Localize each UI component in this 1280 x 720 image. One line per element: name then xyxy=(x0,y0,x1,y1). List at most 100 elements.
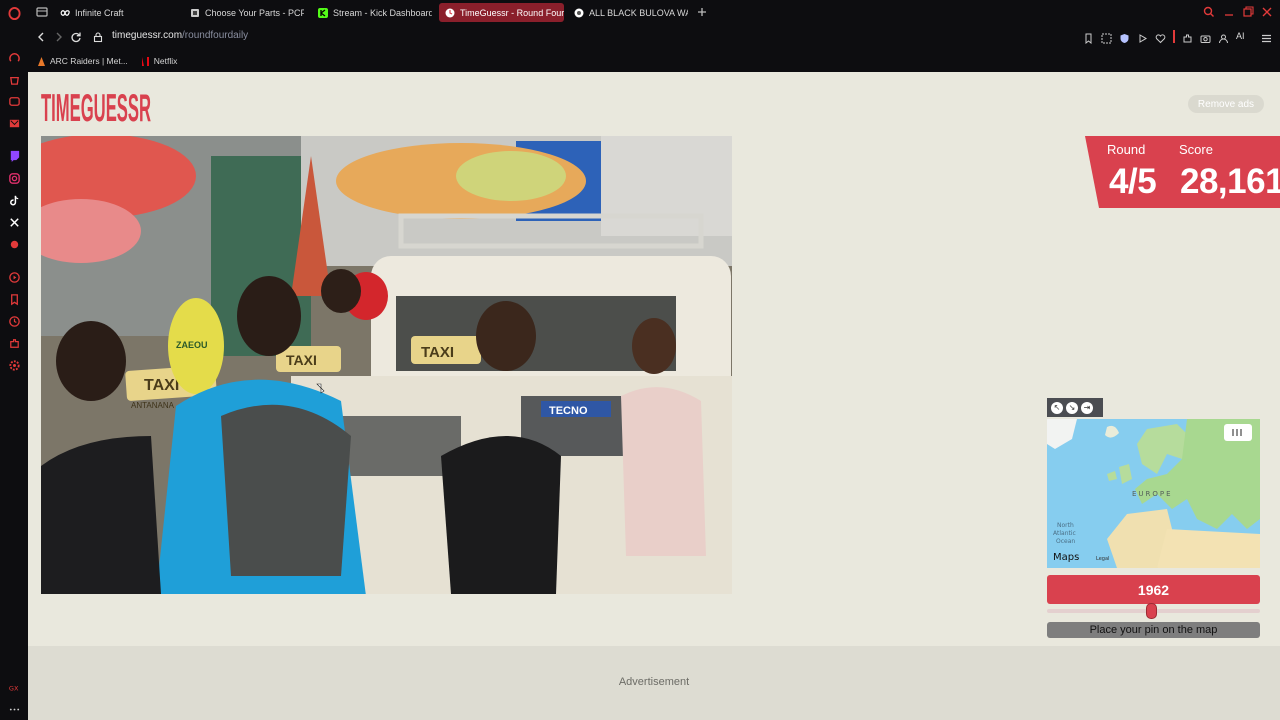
account-icon[interactable] xyxy=(1218,31,1229,44)
netflix-icon xyxy=(141,56,149,66)
bookmark-label: ARC Raiders | Met... xyxy=(50,56,128,66)
sign-taxi-left: TAXI xyxy=(144,377,179,394)
bookmark-page-icon[interactable] xyxy=(1083,31,1094,45)
tab-kick-dashboard[interactable]: Stream - Kick Dashboard xyxy=(312,3,432,22)
snapshot-icon[interactable] xyxy=(1101,31,1112,44)
back-arrow-icon[interactable] xyxy=(35,31,47,43)
guess-map[interactable]: EUROPE North Atlantic Ocean Maps Legal xyxy=(1047,419,1260,568)
map-pin-lock-icon[interactable]: ⇥ xyxy=(1081,401,1093,414)
close-window-icon[interactable] xyxy=(1261,6,1273,18)
gmail-icon[interactable] xyxy=(7,116,21,130)
remove-ads-button[interactable]: Remove ads xyxy=(1188,95,1264,113)
tab-infinite-craft[interactable]: Infinite Craft xyxy=(54,3,178,22)
aria-icon[interactable] xyxy=(7,50,21,64)
round-photo[interactable]: TAXI ANTANANA TAXI TAXI TECNO ZAEOU xyxy=(41,136,732,594)
heart-icon[interactable] xyxy=(1155,31,1166,44)
url-field[interactable]: timeguessr.com/roundfourdaily xyxy=(112,30,248,41)
reload-icon[interactable] xyxy=(70,31,82,43)
twitch-icon[interactable] xyxy=(7,148,21,162)
shirt-text: ZAEOU xyxy=(176,340,208,350)
restore-icon[interactable] xyxy=(1242,6,1254,18)
gx-corner-icon[interactable]: GX xyxy=(7,680,21,694)
svg-text:GX: GX xyxy=(8,684,18,692)
instagram-icon[interactable] xyxy=(7,171,21,185)
more-dots-icon[interactable] xyxy=(7,702,21,716)
map-ocean-label-2: Atlantic xyxy=(1053,530,1076,537)
tab-overview-icon[interactable] xyxy=(36,6,48,18)
tab-timeguessr[interactable]: TimeGuessr - Round Four xyxy=(439,3,564,22)
street-scene-image: TAXI ANTANANA TAXI TAXI TECNO ZAEOU xyxy=(41,136,732,594)
year-slider-thumb[interactable] xyxy=(1145,603,1157,619)
pcpartpicker-icon xyxy=(191,8,199,17)
timeguessr-logo[interactable]: TIMEGUESSR xyxy=(41,82,153,124)
tab-label: Choose Your Parts - PCPa xyxy=(205,7,304,18)
player-play-icon[interactable] xyxy=(1137,31,1148,43)
screenshot-camera-icon[interactable] xyxy=(1200,31,1211,43)
tab-bulova-watch[interactable]: ALL BLACK BULOVA WATC xyxy=(568,3,688,22)
advertisement-label: Advertisement xyxy=(618,676,690,688)
minimize-icon[interactable] xyxy=(1223,6,1235,18)
map-region-label: EUROPE xyxy=(1132,490,1173,498)
lock-icon[interactable] xyxy=(92,31,104,43)
extension-puzzle-icon[interactable] xyxy=(1182,31,1193,43)
maps-attribution: Maps xyxy=(1053,552,1079,563)
sign-taxi-mid: TAXI xyxy=(286,352,317,368)
tiktok-icon[interactable] xyxy=(7,193,21,207)
kick-icon xyxy=(318,7,328,18)
forward-arrow-icon[interactable] xyxy=(53,31,65,43)
browser-sidebar: GX xyxy=(0,0,28,720)
tab-choose-parts[interactable]: Choose Your Parts - PCPa xyxy=(184,3,304,22)
infinity-icon xyxy=(60,9,70,16)
music-icon[interactable] xyxy=(7,237,21,251)
timeguessr-page: TIMEGUESSR Remove ads TAXI ANTANANA TAXI… xyxy=(28,72,1280,720)
map-expand-icon[interactable]: ↖ xyxy=(1051,401,1063,414)
toolbar-icons: AI xyxy=(1083,30,1272,45)
chrome-icon xyxy=(574,8,584,17)
guess-map-widget: ↖ ↘ ⇥ EUROPE North Atlantic Ocean Maps L… xyxy=(1047,398,1260,568)
url-path: /roundfourdaily xyxy=(182,30,249,41)
score-value: 28,161 xyxy=(1180,162,1280,201)
search-tabs-icon[interactable] xyxy=(1203,6,1215,18)
map-shrink-icon[interactable]: ↘ xyxy=(1066,401,1078,414)
advertisement-area: Advertisement xyxy=(28,646,1280,720)
opera-logo-icon[interactable] xyxy=(7,6,21,20)
place-pin-button[interactable]: Place your pin on the map xyxy=(1047,622,1260,638)
easy-setup-menu-icon[interactable] xyxy=(1261,31,1272,43)
pinboard-icon[interactable] xyxy=(7,292,21,306)
round-score-card: Round 4/5 Score 28,161 xyxy=(1085,136,1280,208)
vpn-shield-icon[interactable] xyxy=(1119,31,1130,43)
bookmarks-bar: ARC Raiders | Met... Netflix xyxy=(28,50,1280,72)
map-ocean-label-3: Ocean xyxy=(1056,538,1075,545)
url-host: timeguessr.com xyxy=(112,30,183,41)
maps-attribution-text: Maps xyxy=(1053,552,1079,563)
map-controls: ↖ ↘ ⇥ xyxy=(1047,398,1103,417)
bookmark-label: Netflix xyxy=(153,56,178,66)
tab-label: Infinite Craft xyxy=(75,7,124,18)
bookmark-netflix[interactable]: Netflix xyxy=(141,56,178,66)
gaming-icon[interactable] xyxy=(7,94,21,108)
map-ocean-label-1: North xyxy=(1057,522,1074,529)
toolbar-divider xyxy=(1173,30,1175,43)
map-type-button[interactable] xyxy=(1224,424,1252,441)
settings-gear-icon[interactable] xyxy=(7,358,21,372)
player-icon[interactable] xyxy=(7,270,21,284)
aria-ai-button[interactable]: AI xyxy=(1236,31,1254,42)
extensions-icon[interactable] xyxy=(7,336,21,350)
timeguessr-icon xyxy=(445,8,455,17)
bookmark-arc-raiders[interactable]: ARC Raiders | Met... xyxy=(38,56,128,66)
arc-icon xyxy=(38,56,45,66)
x-twitter-icon[interactable] xyxy=(7,215,21,229)
year-display: 1962 xyxy=(1047,575,1260,604)
score-label: Score xyxy=(1179,142,1213,157)
round-label: Round xyxy=(1107,142,1146,157)
sign-antanana: ANTANANA xyxy=(131,401,175,410)
logo-text: TIMEGUESSR xyxy=(41,87,151,124)
maps-legal-link[interactable]: Legal xyxy=(1096,556,1109,562)
new-tab-plus-icon[interactable] xyxy=(696,6,708,18)
sign-taxi-center: TAXI xyxy=(421,344,454,361)
round-value: 4/5 xyxy=(1109,162,1157,201)
sign-tecno: TECNO xyxy=(549,405,588,417)
history-icon[interactable] xyxy=(7,314,21,328)
address-bar-row: timeguessr.com/roundfourdaily AI xyxy=(28,25,1280,50)
shopping-icon[interactable] xyxy=(7,72,21,86)
